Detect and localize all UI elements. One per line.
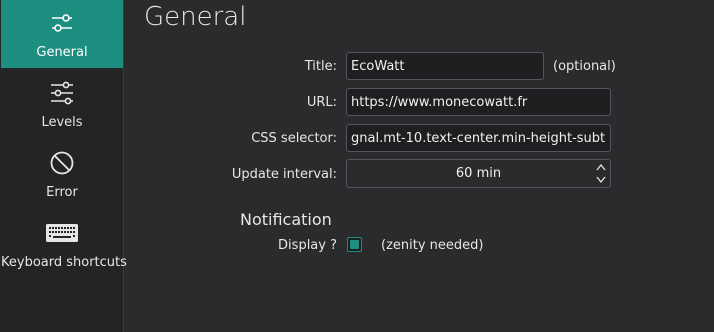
sidebar-item-label: General [36,45,88,60]
title-input[interactable] [346,52,544,80]
prohibited-icon [1,150,123,176]
settings-panel: General Title: (optional) URL: CSS selec… [124,0,714,332]
display-hint: (zenity needed) [381,238,484,253]
sliders-icon [1,80,123,106]
update-interval-spinbox[interactable]: 60 min [346,159,611,188]
keyboard-icon [1,220,123,246]
sidebar-item-keyboard-shortcuts[interactable]: Keyboard shortcuts [1,210,127,278]
url-label: URL: [306,95,337,110]
title-hint: (optional) [553,59,616,74]
css-selector-input[interactable] [346,124,611,152]
sidebar-item-levels[interactable]: Levels [1,70,123,138]
checkbox-checked-mark [350,240,359,249]
sidebar-item-label: Levels [41,115,83,130]
page-title: General [144,2,247,32]
display-label: Display ? [278,238,337,253]
notification-section-title: Notification [240,210,332,229]
url-input[interactable] [346,88,611,116]
css-selector-label: CSS selector: [251,131,337,146]
update-interval-value: 60 min [455,166,502,181]
update-interval-label: Update interval: [231,167,337,182]
chevron-up-icon[interactable] [596,163,606,171]
sliders-icon [1,10,123,36]
title-label: Title: [304,59,337,74]
display-checkbox[interactable] [347,237,362,252]
sidebar-item-label: Error [46,185,78,200]
sidebar: General Levels Error Keyboard shortcuts [0,0,127,332]
chevron-down-icon[interactable] [596,176,606,184]
sidebar-item-general[interactable]: General [1,0,123,68]
sidebar-item-error[interactable]: Error [1,140,123,208]
sidebar-item-label: Keyboard shortcuts [1,255,127,270]
